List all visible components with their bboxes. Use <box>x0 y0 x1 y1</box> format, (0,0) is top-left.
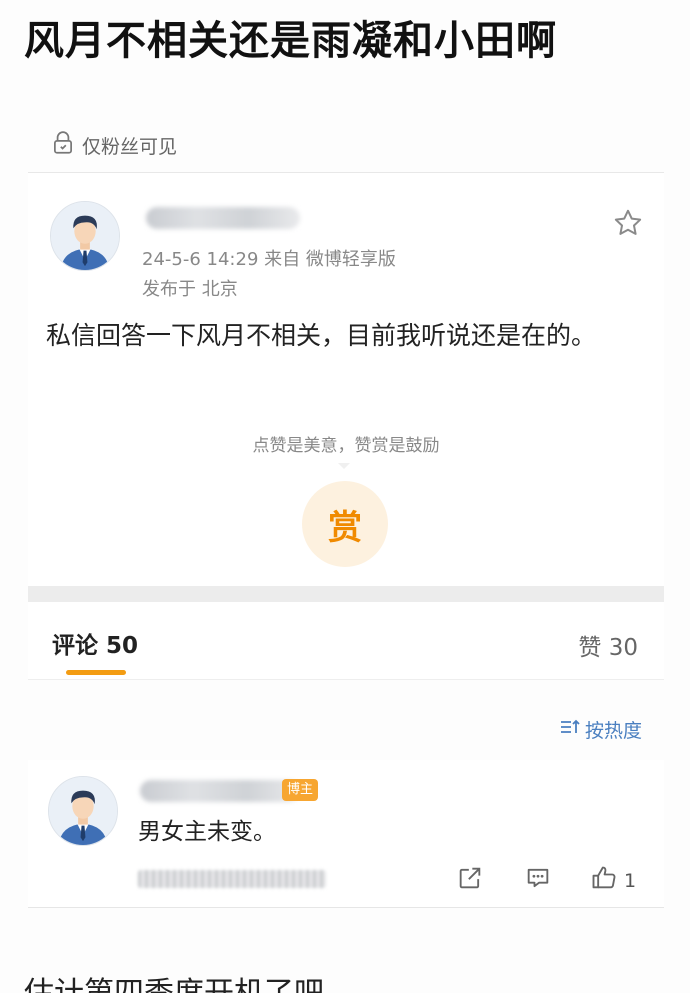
comment-item: 博主 男女主未变。 1 <box>28 760 664 908</box>
sort-button[interactable]: 按热度 <box>559 716 642 743</box>
blurred-username <box>140 780 300 802</box>
avatar[interactable] <box>48 776 118 846</box>
post-location: 发布于 北京 <box>142 279 238 300</box>
tab-likes[interactable]: 赞 30 <box>578 628 638 662</box>
tab-active-indicator <box>66 670 126 675</box>
sort-icon <box>559 718 581 741</box>
section-divider <box>28 586 664 602</box>
reward-caret <box>338 463 350 469</box>
share-button[interactable] <box>456 864 484 897</box>
share-icon <box>456 864 484 897</box>
like-count: 1 <box>624 869 637 892</box>
post-card: 24-5-6 14:29 来自 微博轻享版 发布于 北京 私信回答一下风月不相关… <box>28 172 664 590</box>
post-body: 私信回答一下风月不相关，目前我听说还是在的。 <box>46 321 597 350</box>
thumbs-up-icon <box>590 864 618 897</box>
tab-comments[interactable]: 评论 50 <box>52 626 138 660</box>
star-icon <box>612 209 644 243</box>
comment-text: 男女主未变。 <box>138 819 276 845</box>
favorite-button[interactable] <box>612 207 644 239</box>
comment-icon <box>524 864 552 897</box>
footer-text: 估计第四季度开机了吧 <box>24 968 324 993</box>
post-time-source: 24-5-6 14:29 来自 微博轻享版 <box>142 249 396 270</box>
blurred-comment-meta <box>138 870 326 888</box>
visibility-indicator: 仅粉丝可见 <box>50 130 177 161</box>
avatar[interactable] <box>50 201 120 271</box>
author-badge: 博主 <box>282 779 319 801</box>
lock-icon <box>50 130 76 161</box>
reward-hint: 点赞是美意，赞赏是鼓励 <box>252 436 440 456</box>
visibility-label: 仅粉丝可见 <box>82 136 178 158</box>
page-title: 风月不相关还是雨凝和小田啊 <box>24 18 557 64</box>
sort-label: 按热度 <box>584 720 642 742</box>
reward-button[interactable]: 赏 <box>302 481 388 567</box>
comment-tabs: 评论 50 赞 30 <box>28 602 664 680</box>
like-button[interactable]: 1 <box>590 864 636 897</box>
post-meta: 24-5-6 14:29 来自 微博轻享版 发布于 北京 <box>142 245 396 305</box>
blurred-username <box>146 207 300 229</box>
reply-button[interactable] <box>524 864 552 897</box>
